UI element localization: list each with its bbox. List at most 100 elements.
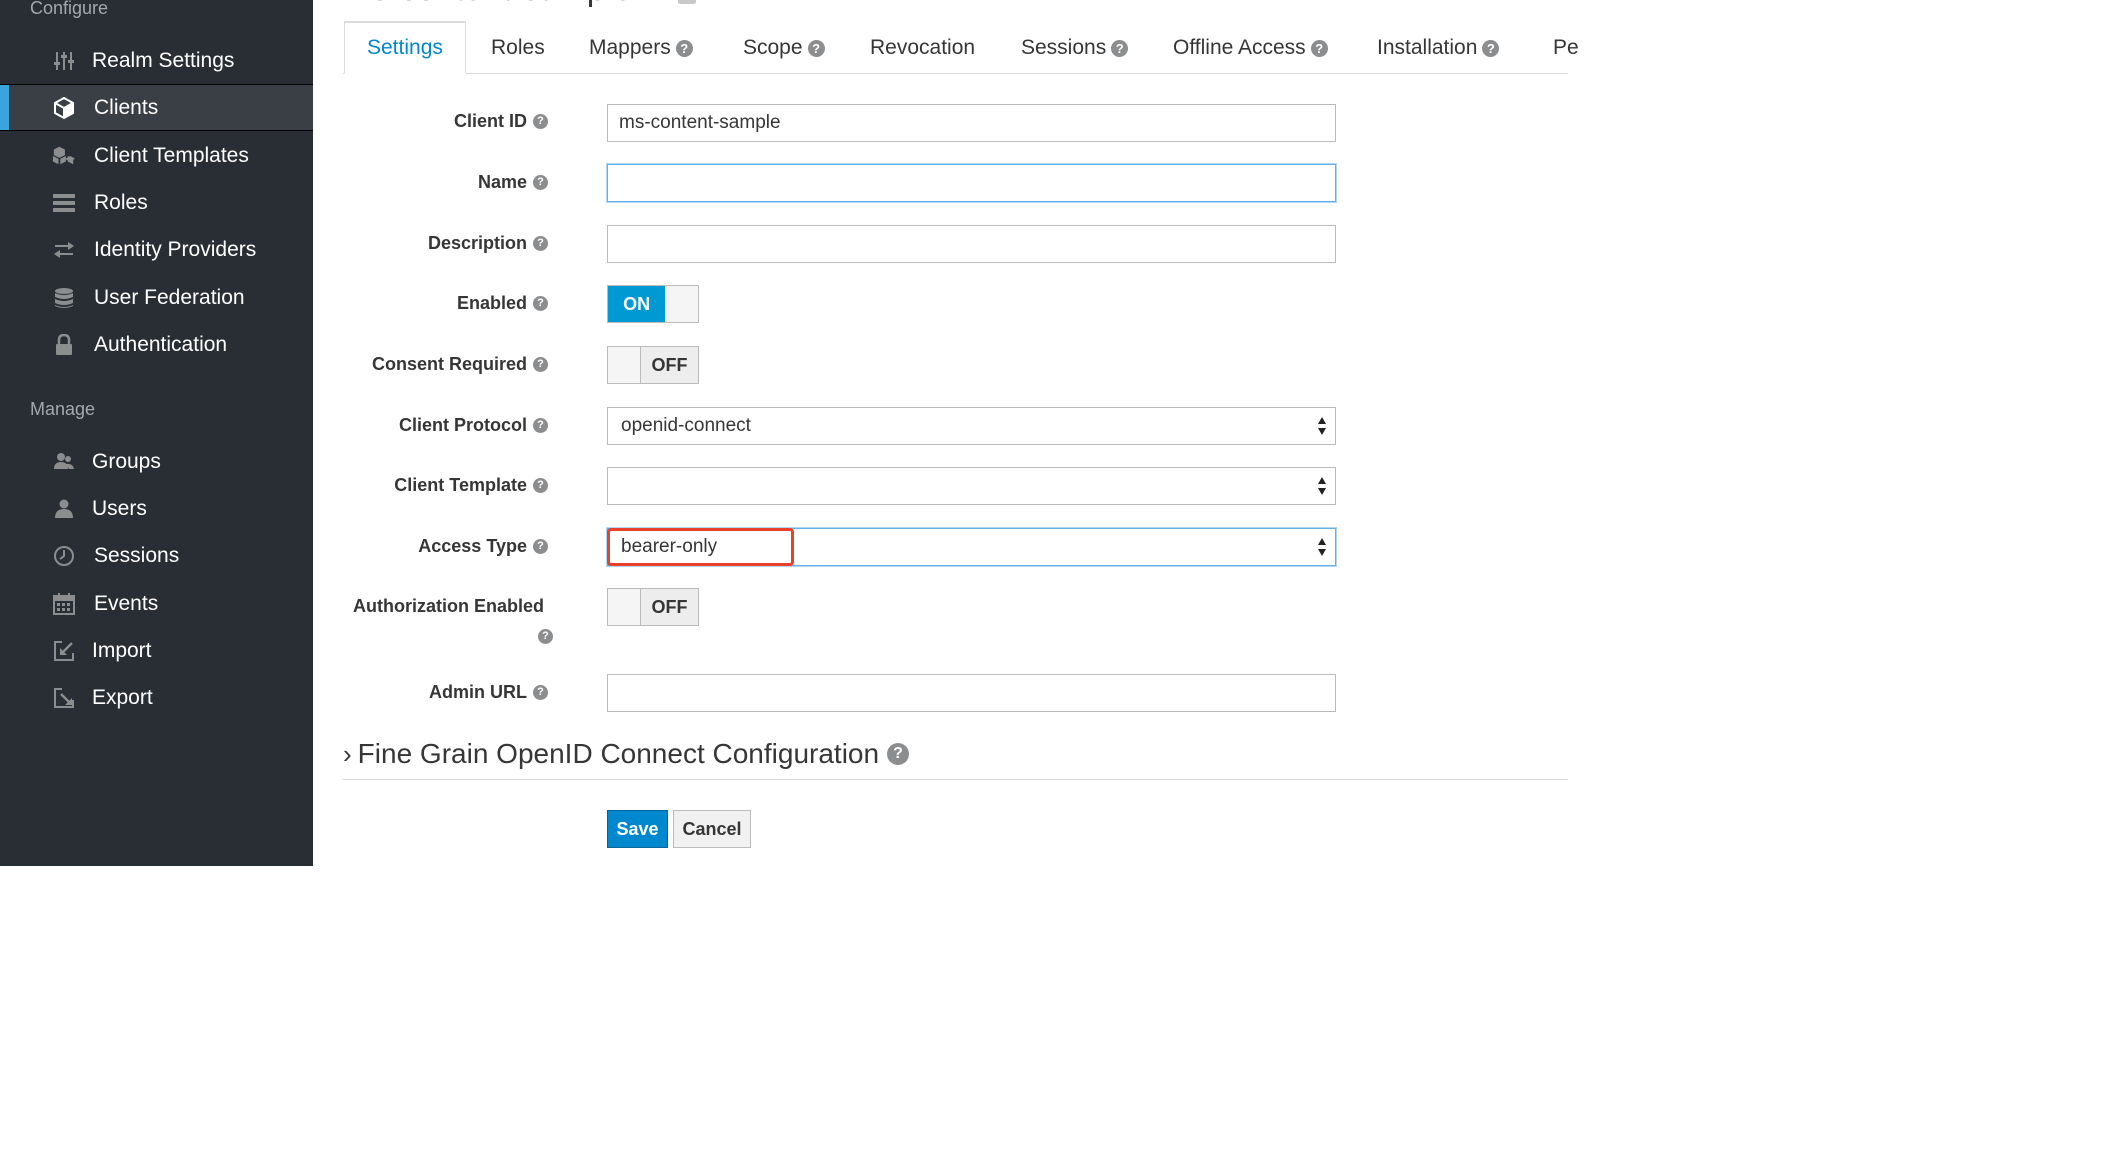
- tab-label: Installation: [1377, 36, 1478, 59]
- sidebar-item-authentication[interactable]: Authentication: [0, 321, 313, 368]
- consent-required-label: Consent Required?: [372, 354, 548, 375]
- export-icon: [52, 686, 76, 710]
- sidebar-item-identity-providers[interactable]: Identity Providers: [0, 226, 313, 273]
- list-icon: [52, 191, 76, 215]
- client-id-label-text: Client ID: [453, 111, 527, 131]
- tab-label: Roles: [491, 36, 545, 59]
- sidebar-item-user-federation[interactable]: User Federation: [0, 274, 313, 321]
- save-button[interactable]: Save: [607, 810, 668, 848]
- tab-mappers[interactable]: Mappers?: [589, 22, 693, 74]
- help-icon[interactable]: ?: [1111, 39, 1129, 57]
- fine-grain-section-toggle[interactable]: › Fine Grain OpenID Connect Configuratio…: [343, 738, 910, 770]
- sidebar-section-configure: Configure: [30, 0, 109, 18]
- consent-required-toggle[interactable]: OFF: [607, 346, 699, 384]
- sidebar-item-label: Groups: [92, 449, 161, 473]
- help-icon[interactable]: ?: [533, 114, 548, 129]
- sidebar-item-label: User Federation: [94, 285, 245, 309]
- authorization-enabled-label: Authorization Enabled: [353, 596, 544, 617]
- tab-permissions[interactable]: Pe: [1553, 22, 1579, 74]
- tab-settings[interactable]: Settings: [344, 21, 466, 74]
- toggle-knob: [665, 286, 698, 322]
- sidebar-item-label: Export: [92, 685, 153, 709]
- help-icon[interactable]: ?: [1482, 39, 1500, 57]
- toggle-knob: [608, 347, 641, 383]
- sidebar-item-label: Realm Settings: [92, 48, 235, 72]
- sidebar-item-realm-settings[interactable]: Realm Settings: [0, 37, 313, 84]
- cubes-icon: [52, 144, 76, 168]
- section-divider: [343, 779, 1568, 780]
- enabled-label: Enabled?: [457, 293, 548, 314]
- client-id-field[interactable]: ms-content-sample: [607, 104, 1336, 142]
- annotation-highlight-box: [607, 528, 794, 566]
- clock-icon: [52, 544, 76, 568]
- tab-offline-access[interactable]: Offline Access?: [1173, 22, 1328, 74]
- select-arrows-icon: [1317, 477, 1327, 495]
- import-icon: [52, 639, 76, 663]
- user-icon: [52, 497, 76, 521]
- client-id-label: Client ID?: [454, 111, 548, 132]
- tab-label: Sessions: [1021, 36, 1107, 59]
- help-icon[interactable]: ?: [533, 175, 548, 190]
- sidebar-item-client-templates[interactable]: Client Templates: [0, 132, 313, 179]
- tab-label: Offline Access: [1173, 36, 1306, 59]
- users-icon: [52, 450, 76, 474]
- sidebar-item-roles[interactable]: Roles: [0, 179, 313, 226]
- client-protocol-label-text: Client Protocol: [398, 415, 527, 435]
- calendar-icon: [52, 592, 76, 616]
- enabled-toggle[interactable]: ON: [607, 285, 699, 323]
- description-label: Description?: [428, 233, 548, 254]
- help-icon[interactable]: ?: [887, 743, 910, 765]
- tab-label: Settings: [367, 36, 443, 59]
- tab-installation[interactable]: Installation?: [1377, 22, 1500, 74]
- help-icon[interactable]: ?: [533, 418, 548, 433]
- help-icon[interactable]: ?: [533, 236, 548, 251]
- access-type-label-text: Access Type: [418, 536, 527, 556]
- help-icon[interactable]: ?: [807, 39, 825, 57]
- tab-revocation[interactable]: Revocation: [870, 22, 975, 74]
- client-template-select[interactable]: [607, 467, 1336, 505]
- client-protocol-value: openid-connect: [621, 415, 751, 436]
- sidebar-item-events[interactable]: Events: [0, 580, 313, 627]
- help-icon[interactable]: ?: [533, 296, 548, 311]
- tab-scope[interactable]: Scope?: [743, 22, 825, 74]
- description-label-text: Description: [427, 233, 527, 253]
- tab-roles[interactable]: Roles: [491, 22, 545, 74]
- toggle-state: ON: [608, 286, 666, 322]
- help-icon[interactable]: ?: [1310, 39, 1328, 57]
- sidebar-item-clients[interactable]: Clients: [0, 84, 313, 131]
- admin-url-field[interactable]: [607, 674, 1336, 712]
- description-field[interactable]: [607, 225, 1336, 263]
- help-icon[interactable]: ?: [533, 539, 548, 554]
- client-protocol-select[interactable]: openid-connect: [607, 407, 1336, 445]
- sliders-icon: [52, 49, 76, 73]
- tab-sessions[interactable]: Sessions?: [1021, 22, 1129, 74]
- help-icon[interactable]: ?: [533, 478, 548, 493]
- sidebar-item-label: Clients: [94, 95, 159, 119]
- name-label-text: Name: [477, 172, 527, 192]
- consent-required-label-text: Consent Required: [371, 354, 527, 374]
- toggle-state: OFF: [641, 589, 698, 625]
- sidebar-item-users[interactable]: Users: [0, 485, 313, 532]
- name-field[interactable]: [607, 164, 1336, 202]
- help-icon[interactable]: ?: [675, 39, 693, 57]
- help-icon[interactable]: ?: [533, 685, 548, 700]
- sidebar-item-import[interactable]: Import: [0, 627, 313, 674]
- tab-label: Pe: [1553, 36, 1579, 59]
- cube-icon: [52, 96, 76, 120]
- sidebar-item-label: Authentication: [94, 332, 228, 356]
- sidebar-item-groups[interactable]: Groups: [0, 438, 313, 485]
- trash-icon[interactable]: [678, 0, 696, 4]
- help-icon[interactable]: ?: [538, 629, 553, 644]
- admin-url-label: Admin URL?: [429, 682, 548, 703]
- help-icon[interactable]: ?: [533, 357, 548, 372]
- cancel-button[interactable]: Cancel: [673, 810, 751, 848]
- sidebar-item-label: Sessions: [94, 543, 180, 567]
- authorization-enabled-toggle[interactable]: OFF: [607, 588, 699, 626]
- toggle-state: OFF: [641, 347, 698, 383]
- sidebar: Configure Realm Settings Clients Client …: [0, 0, 313, 866]
- client-protocol-label: Client Protocol?: [399, 415, 548, 436]
- sidebar-item-label: Identity Providers: [94, 237, 257, 261]
- sidebar-item-export[interactable]: Export: [0, 674, 313, 721]
- sidebar-section-manage: Manage: [30, 399, 96, 419]
- sidebar-item-sessions[interactable]: Sessions: [0, 532, 313, 579]
